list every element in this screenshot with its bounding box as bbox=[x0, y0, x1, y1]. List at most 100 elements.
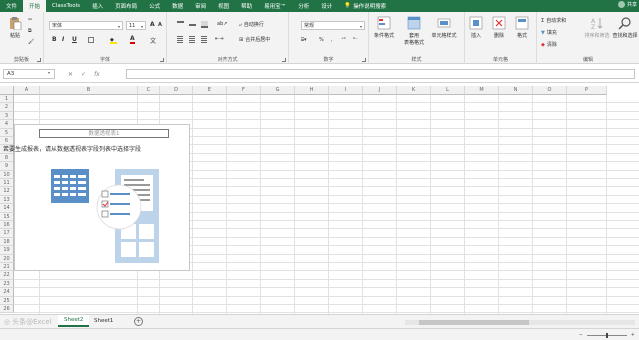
comma-button[interactable]: , bbox=[331, 37, 333, 43]
row-header-19[interactable]: 19 bbox=[0, 246, 14, 255]
wrap-text-button[interactable]: ⤶ 自动换行 bbox=[239, 21, 264, 29]
row-header-2[interactable]: 2 bbox=[0, 103, 14, 112]
phonetic-button[interactable]: 文 bbox=[150, 36, 156, 45]
orientation-button[interactable]: ab↗ bbox=[217, 21, 227, 27]
row-header-25[interactable]: 25 bbox=[0, 296, 14, 305]
column-header-k[interactable]: K bbox=[397, 86, 431, 95]
row-header-17[interactable]: 17 bbox=[0, 229, 14, 238]
horizontal-scrollbar[interactable] bbox=[405, 320, 635, 325]
font-color-button[interactable]: A bbox=[130, 35, 135, 44]
number-format-select[interactable]: 常规 ▾ bbox=[301, 21, 365, 30]
tab-9[interactable]: 帮助 bbox=[235, 0, 258, 12]
alignment-launcher[interactable] bbox=[282, 58, 286, 62]
row-header-4[interactable]: 4 bbox=[0, 120, 14, 129]
column-header-p[interactable]: P bbox=[567, 86, 607, 95]
delete-cells-button[interactable]: 删除 bbox=[488, 16, 510, 39]
tab-6[interactable]: 数据 bbox=[166, 0, 189, 12]
column-header-f[interactable]: F bbox=[227, 86, 261, 95]
middle-align-button[interactable] bbox=[189, 21, 196, 28]
decrease-decimal-button[interactable]: ⁰⁻ bbox=[353, 37, 358, 43]
tab-5[interactable]: 公式 bbox=[143, 0, 166, 12]
row-header-3[interactable]: 3 bbox=[0, 111, 14, 121]
tab-7[interactable]: 审阅 bbox=[189, 0, 212, 12]
check-icon[interactable]: ✓ bbox=[81, 71, 86, 78]
fill-color-button[interactable]: ◆ bbox=[110, 37, 117, 44]
column-header-m[interactable]: M bbox=[465, 86, 499, 95]
merge-center-button[interactable]: ⊞ 合并后居中 bbox=[239, 36, 270, 44]
align-left-button[interactable] bbox=[177, 36, 183, 43]
number-launcher[interactable] bbox=[362, 58, 366, 62]
bottom-align-button[interactable] bbox=[201, 21, 208, 28]
column-header-a[interactable]: A bbox=[14, 86, 40, 95]
conditional-format-button[interactable]: 条件格式 bbox=[371, 16, 397, 39]
column-header-l[interactable]: L bbox=[431, 86, 465, 95]
autosum-button[interactable]: Σ 自动求和 bbox=[541, 17, 566, 25]
row-header-8[interactable]: 8 bbox=[0, 153, 14, 163]
row-header-21[interactable]: 21 bbox=[0, 263, 14, 272]
row-header-1[interactable]: 1 bbox=[0, 95, 14, 104]
row-header-10[interactable]: 10 bbox=[0, 170, 14, 179]
find-select-button[interactable]: 查找和选择 bbox=[611, 16, 639, 39]
row-header-13[interactable]: 13 bbox=[0, 195, 14, 205]
row-header-26[interactable]: 26 bbox=[0, 305, 14, 314]
format-cells-button[interactable]: 格式 bbox=[511, 16, 533, 39]
chevron-down-icon[interactable]: ▾ bbox=[48, 70, 50, 75]
italic-button[interactable]: I bbox=[62, 36, 64, 43]
row-header-5[interactable]: 5 bbox=[0, 128, 14, 137]
row-header-16[interactable]: 16 bbox=[0, 221, 14, 230]
tab-4[interactable]: 页面布局 bbox=[109, 0, 143, 12]
row-header-22[interactable]: 22 bbox=[0, 271, 14, 280]
indent-button[interactable]: ⇤⇥ bbox=[215, 36, 223, 42]
row-header-24[interactable]: 24 bbox=[0, 288, 14, 297]
font-size-select[interactable]: 11 ▾ bbox=[126, 21, 146, 30]
tab-0[interactable]: 文件 bbox=[0, 0, 23, 12]
add-sheet-button[interactable]: + bbox=[134, 317, 143, 326]
column-header-c[interactable]: C bbox=[138, 86, 160, 95]
clear-button[interactable]: ◆ 清除 bbox=[541, 41, 557, 49]
row-header-23[interactable]: 23 bbox=[0, 279, 14, 289]
tab-12[interactable]: 设计 bbox=[315, 0, 338, 12]
tab-8[interactable]: 视图 bbox=[212, 0, 235, 12]
column-header-g[interactable]: G bbox=[261, 86, 295, 95]
tell-me-search[interactable]: 💡 操作说明搜索 bbox=[338, 0, 392, 12]
row-header-14[interactable]: 14 bbox=[0, 204, 14, 213]
sheet-tab-sheet2[interactable]: Sheet2 bbox=[58, 315, 90, 327]
bold-button[interactable]: B bbox=[52, 36, 57, 43]
row-header-11[interactable]: 11 bbox=[0, 179, 14, 188]
row-header-15[interactable]: 15 bbox=[0, 212, 14, 221]
sheet-tab-sheet1[interactable]: Sheet1 bbox=[88, 315, 119, 327]
plus-icon[interactable]: + bbox=[631, 332, 635, 338]
percent-button[interactable]: % bbox=[319, 37, 324, 43]
zoom-control[interactable]: − + bbox=[579, 332, 635, 338]
increase-decimal-button[interactable]: ⁺⁰ bbox=[341, 37, 346, 43]
align-right-button[interactable] bbox=[201, 36, 207, 43]
zoom-slider[interactable] bbox=[586, 332, 627, 338]
pivot-table-placeholder[interactable]: 数据透视表1 若要生成报表，请从数据透视表字段列表中选择字段 bbox=[3, 124, 190, 271]
cell-styles-button[interactable]: 单元格样式 bbox=[431, 16, 457, 39]
scrollbar-thumb[interactable] bbox=[419, 320, 529, 325]
share-button[interactable]: 共享 bbox=[617, 1, 637, 8]
copy-button[interactable]: ⧉ bbox=[28, 28, 35, 35]
insert-cells-button[interactable]: 插入 bbox=[465, 16, 487, 39]
column-header-n[interactable]: N bbox=[499, 86, 533, 95]
row-header-12[interactable]: 12 bbox=[0, 187, 14, 196]
tab-3[interactable]: 插入 bbox=[86, 0, 109, 12]
column-header-h[interactable]: H bbox=[295, 86, 329, 95]
format-as-table-button[interactable]: 套用 表格格式 bbox=[401, 16, 427, 46]
grow-font-button[interactable]: A bbox=[150, 21, 155, 28]
formula-input[interactable] bbox=[126, 69, 635, 79]
font-name-select[interactable]: 宋体 ▾ bbox=[49, 21, 123, 30]
row-header-20[interactable]: 20 bbox=[0, 254, 14, 263]
paste-button[interactable]: 粘贴 bbox=[2, 16, 28, 39]
sort-filter-button[interactable]: AZ 排序和筛选 bbox=[583, 16, 611, 39]
tab-2[interactable]: ClassTools bbox=[46, 0, 86, 12]
minus-icon[interactable]: − bbox=[579, 332, 583, 338]
shrink-font-button[interactable]: A bbox=[158, 22, 162, 28]
fill-button[interactable]: ▼ 填充 bbox=[541, 29, 557, 37]
row-header-18[interactable]: 18 bbox=[0, 237, 14, 247]
accounting-button[interactable]: ⌸▾ bbox=[301, 37, 307, 43]
align-center-button[interactable] bbox=[189, 36, 195, 43]
select-all-corner[interactable] bbox=[0, 86, 14, 95]
tab-10[interactable]: 易用宝™ bbox=[258, 0, 292, 12]
column-header-i[interactable]: I bbox=[329, 86, 363, 95]
